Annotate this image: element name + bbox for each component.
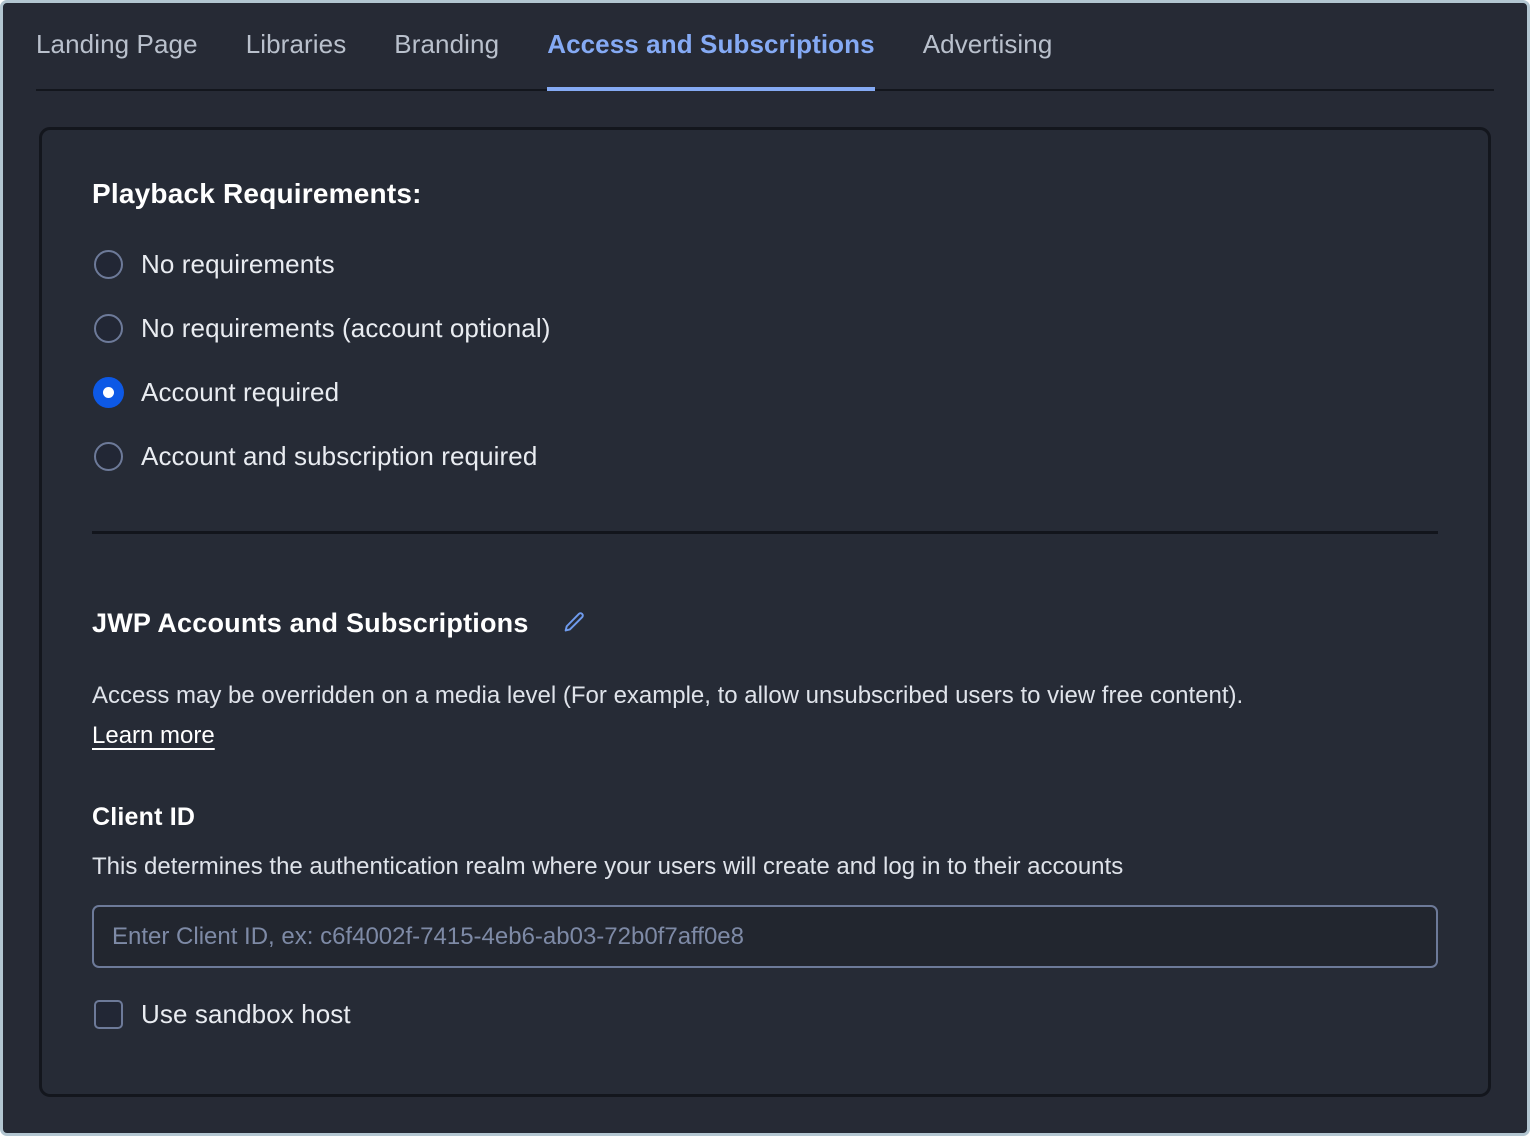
radio-option-label: No requirements (account optional) [141,312,551,343]
tab-landing-page[interactable]: Landing Page [36,3,198,91]
radio-option-account-required[interactable]: Account required [94,360,1438,424]
tab-branding[interactable]: Branding [394,3,499,91]
tab-label: Branding [394,28,500,59]
use-sandbox-host-row[interactable]: Use sandbox host [94,999,1438,1030]
jwp-description-text: Access may be overridden on a media leve… [92,682,1244,709]
radio-option-label: Account required [141,376,340,407]
jwp-section-title: JWP Accounts and Subscriptions [92,607,529,638]
radio-option-account-and-subscription-required[interactable]: Account and subscription required [94,424,1438,488]
pencil-icon[interactable] [557,606,591,640]
radio-option-label: Account and subscription required [141,440,538,471]
app-screen: Landing Page Libraries Branding Access a… [0,0,1530,1136]
radio-option-no-requirements[interactable]: No requirements [94,232,1438,296]
client-id-input[interactable] [92,905,1438,968]
learn-more-link[interactable]: Learn more [92,716,215,756]
settings-tab-bar: Landing Page Libraries Branding Access a… [3,3,1527,91]
section-divider [92,531,1438,534]
playback-requirements-radio-group: No requirements No requirements (account… [94,232,1438,488]
tab-label: Landing Page [36,28,198,59]
tab-label: Advertising [922,28,1053,59]
tab-label: Access and Subscriptions [547,28,875,59]
checkbox-icon[interactable] [94,1000,123,1029]
use-sandbox-host-label: Use sandbox host [141,999,351,1029]
playback-requirements-title: Playback Requirements: [92,178,422,209]
tab-access-and-subscriptions[interactable]: Access and Subscriptions [547,3,875,91]
tab-label: Libraries [245,28,347,59]
jwp-header: JWP Accounts and Subscriptions [92,606,1438,640]
radio-option-label: No requirements [141,248,335,279]
radio-icon[interactable] [94,441,123,471]
radio-icon[interactable] [94,249,123,279]
client-id-help-text: This determines the authentication realm… [92,853,1124,880]
radio-icon[interactable] [94,313,123,343]
radio-icon-selected[interactable] [94,377,123,407]
tab-advertising[interactable]: Advertising [923,3,1053,91]
tab-libraries[interactable]: Libraries [246,3,347,91]
radio-option-no-requirements-account-optional[interactable]: No requirements (account optional) [94,296,1438,360]
client-id-label: Client ID [92,803,196,831]
card-container: Playback Requirements: No requirements N… [3,91,1527,1097]
jwp-description-block: Access may be overridden on a media leve… [92,676,1432,756]
access-settings-card: Playback Requirements: No requirements N… [39,127,1491,1097]
